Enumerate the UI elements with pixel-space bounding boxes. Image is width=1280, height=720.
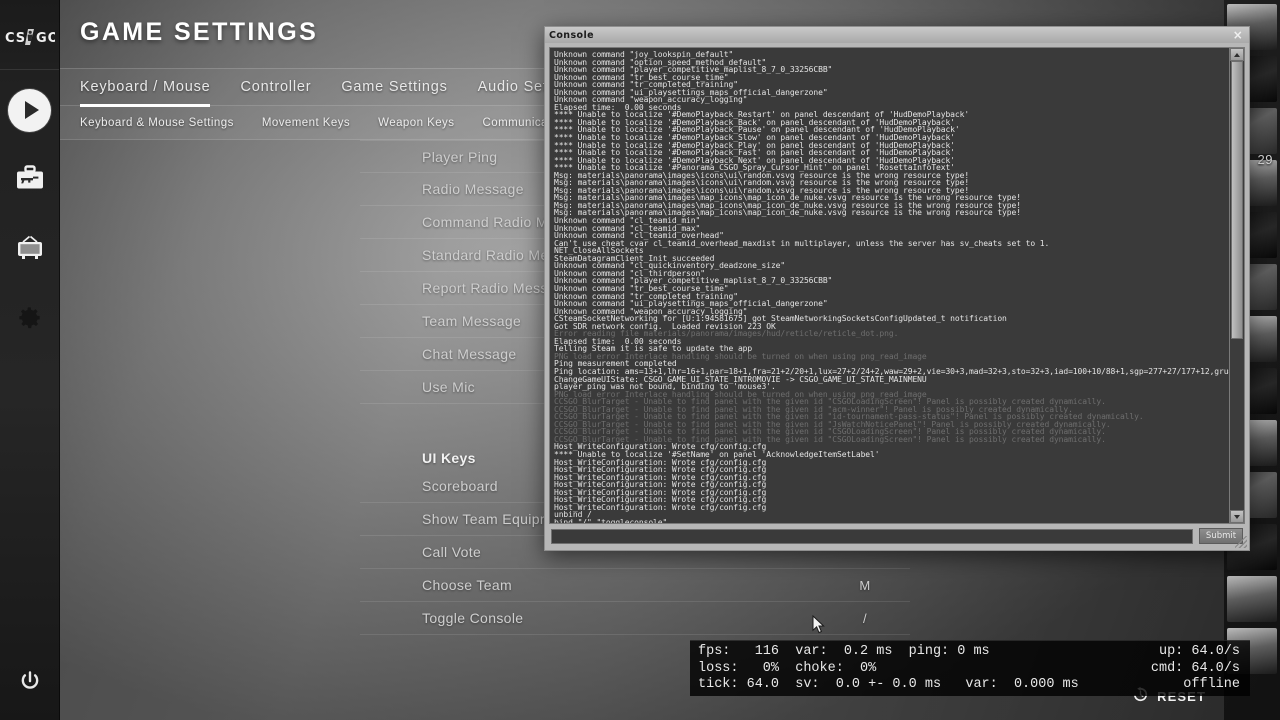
sidebar-item-inventory[interactable] xyxy=(8,158,52,202)
console-resize-handle[interactable] xyxy=(1235,536,1247,548)
console-title-label: Console xyxy=(549,30,594,41)
tab-controller[interactable]: Controller xyxy=(240,68,311,106)
settings-row-label: Radio Message xyxy=(422,181,524,197)
svg-text:CS: CS xyxy=(5,31,26,46)
netgraph-up-rate: up: 64.0/s xyxy=(1151,644,1240,661)
settings-row[interactable]: Toggle Console / xyxy=(360,602,910,635)
settings-row-keybind[interactable]: M xyxy=(830,578,900,593)
console-log[interactable]: Unknown command "joy_lookspin_default"Un… xyxy=(550,48,1229,523)
background-counter: 29 xyxy=(1258,152,1273,167)
power-icon xyxy=(17,669,43,700)
console-log-line: Can't use cheat cvar cl_teamid_overhead_… xyxy=(554,240,1225,248)
console-scroll-track[interactable] xyxy=(1230,61,1244,510)
settings-row-keybind[interactable]: / xyxy=(830,611,900,626)
netgraph-cmd-rate: cmd: 64.0/s xyxy=(1151,661,1240,678)
background-thumbnail xyxy=(1227,576,1277,622)
console-log-line: Host_WriteConfiguration: Wrote cfg/confi… xyxy=(554,504,1225,512)
app-root: 29 CS GO xyxy=(0,0,1280,720)
rail-divider xyxy=(0,69,59,70)
briefcase-weapon-icon xyxy=(15,165,45,196)
gear-icon xyxy=(16,304,43,336)
csgo-logo-icon[interactable]: CS GO xyxy=(0,17,59,57)
console-scrollbar[interactable] xyxy=(1229,48,1244,523)
rail-items xyxy=(0,88,59,342)
settings-row-label: Player Ping xyxy=(422,149,497,165)
settings-row-label: UI Keys xyxy=(422,450,476,466)
subtab-movement-keys[interactable]: Movement Keys xyxy=(262,117,350,129)
netgraph-connection-status: offline xyxy=(1151,677,1240,694)
power-button[interactable] xyxy=(8,662,52,706)
settings-row[interactable]: Choose Team M xyxy=(360,569,910,602)
sidebar-item-play[interactable] xyxy=(8,88,52,132)
play-icon xyxy=(8,89,51,132)
left-navigation-rail: CS GO xyxy=(0,0,60,720)
netgraph-right-column: up: 64.0/s cmd: 64.0/s offline xyxy=(1151,644,1240,694)
tab-game-settings[interactable]: Game Settings xyxy=(341,68,447,106)
console-command-input[interactable] xyxy=(551,529,1193,544)
sidebar-item-watch[interactable] xyxy=(8,228,52,272)
netgraph-panel: fps: 116 var: 0.2 ms ping: 0 ms loss: 0%… xyxy=(690,640,1250,696)
settings-row-label: Toggle Console xyxy=(422,610,523,626)
settings-row-label: Chat Message xyxy=(422,346,516,362)
settings-row-label: Scoreboard xyxy=(422,478,498,494)
sidebar-item-settings[interactable] xyxy=(8,298,52,342)
console-log-line: bind "/" "toggleconsole" xyxy=(554,519,1225,523)
console-scroll-thumb[interactable] xyxy=(1231,61,1243,339)
settings-row-label: Use Mic xyxy=(422,379,475,395)
svg-text:GO: GO xyxy=(36,31,55,46)
settings-row-label: Choose Team xyxy=(422,577,512,593)
tab-keyboard-mouse[interactable]: Keyboard / Mouse xyxy=(80,68,210,106)
chevron-down-icon[interactable] xyxy=(1230,510,1244,523)
settings-row-label: Call Vote xyxy=(422,544,481,560)
chevron-up-icon[interactable] xyxy=(1230,48,1244,61)
console-output-area: Unknown command "joy_lookspin_default"Un… xyxy=(549,47,1245,524)
subtab-weapon-keys[interactable]: Weapon Keys xyxy=(378,117,454,129)
television-icon xyxy=(15,235,45,266)
page-title: GAME SETTINGS xyxy=(80,18,318,47)
settings-row-label: Team Message xyxy=(422,313,521,329)
console-titlebar[interactable]: Console × xyxy=(545,27,1249,43)
close-icon[interactable]: × xyxy=(1231,28,1245,42)
developer-console-window[interactable]: Console × Unknown command "joy_lookspin_… xyxy=(544,26,1250,551)
subtab-keyboard-mouse-settings[interactable]: Keyboard & Mouse Settings xyxy=(80,117,234,129)
console-footer: Submit xyxy=(545,524,1249,550)
